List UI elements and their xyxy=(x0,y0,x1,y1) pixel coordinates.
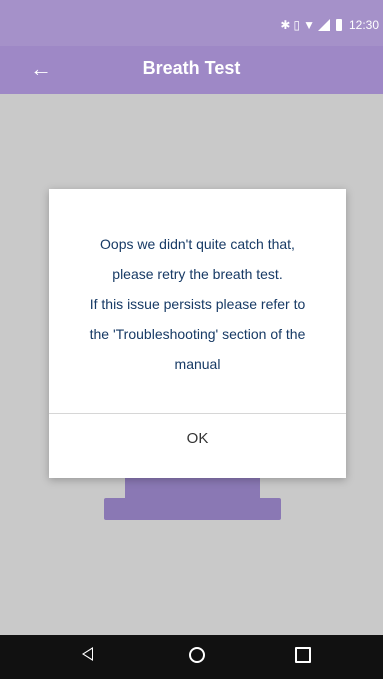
page-title: Breath Test xyxy=(142,58,241,78)
battery-icon xyxy=(335,19,342,31)
status-bar: ✱ ▯ ▼ 12:30 xyxy=(0,0,383,46)
retry-dialog: Oops we didn't quite catch that, please … xyxy=(49,189,346,478)
recents-icon[interactable] xyxy=(295,647,311,663)
wifi-icon: ▼ xyxy=(303,18,315,32)
bluetooth-icon: ✱ xyxy=(280,18,291,32)
dialog-message: Oops we didn't quite catch that, please … xyxy=(63,229,332,379)
home-icon[interactable] xyxy=(189,647,205,663)
signal-icon xyxy=(317,19,330,31)
navigation-bar xyxy=(0,635,383,679)
status-time: 12:30 xyxy=(348,18,379,32)
back-icon[interactable] xyxy=(82,647,93,661)
dialog-message-line: If this issue persists please refer to xyxy=(89,296,306,312)
app-bar: ← Breath Test xyxy=(0,46,383,94)
dialog-message-line: the 'Troubleshooting' section of the xyxy=(89,326,306,342)
ok-button[interactable]: OK xyxy=(49,414,346,462)
dialog-message-line: please retry the breath test. xyxy=(112,266,283,282)
vibrate-icon: ▯ xyxy=(293,18,301,32)
dialog-message-line: manual xyxy=(174,356,221,372)
dialog-message-line: Oops we didn't quite catch that, xyxy=(100,236,295,252)
status-icons: ✱ ▯ ▼ 12:30 xyxy=(280,14,379,36)
